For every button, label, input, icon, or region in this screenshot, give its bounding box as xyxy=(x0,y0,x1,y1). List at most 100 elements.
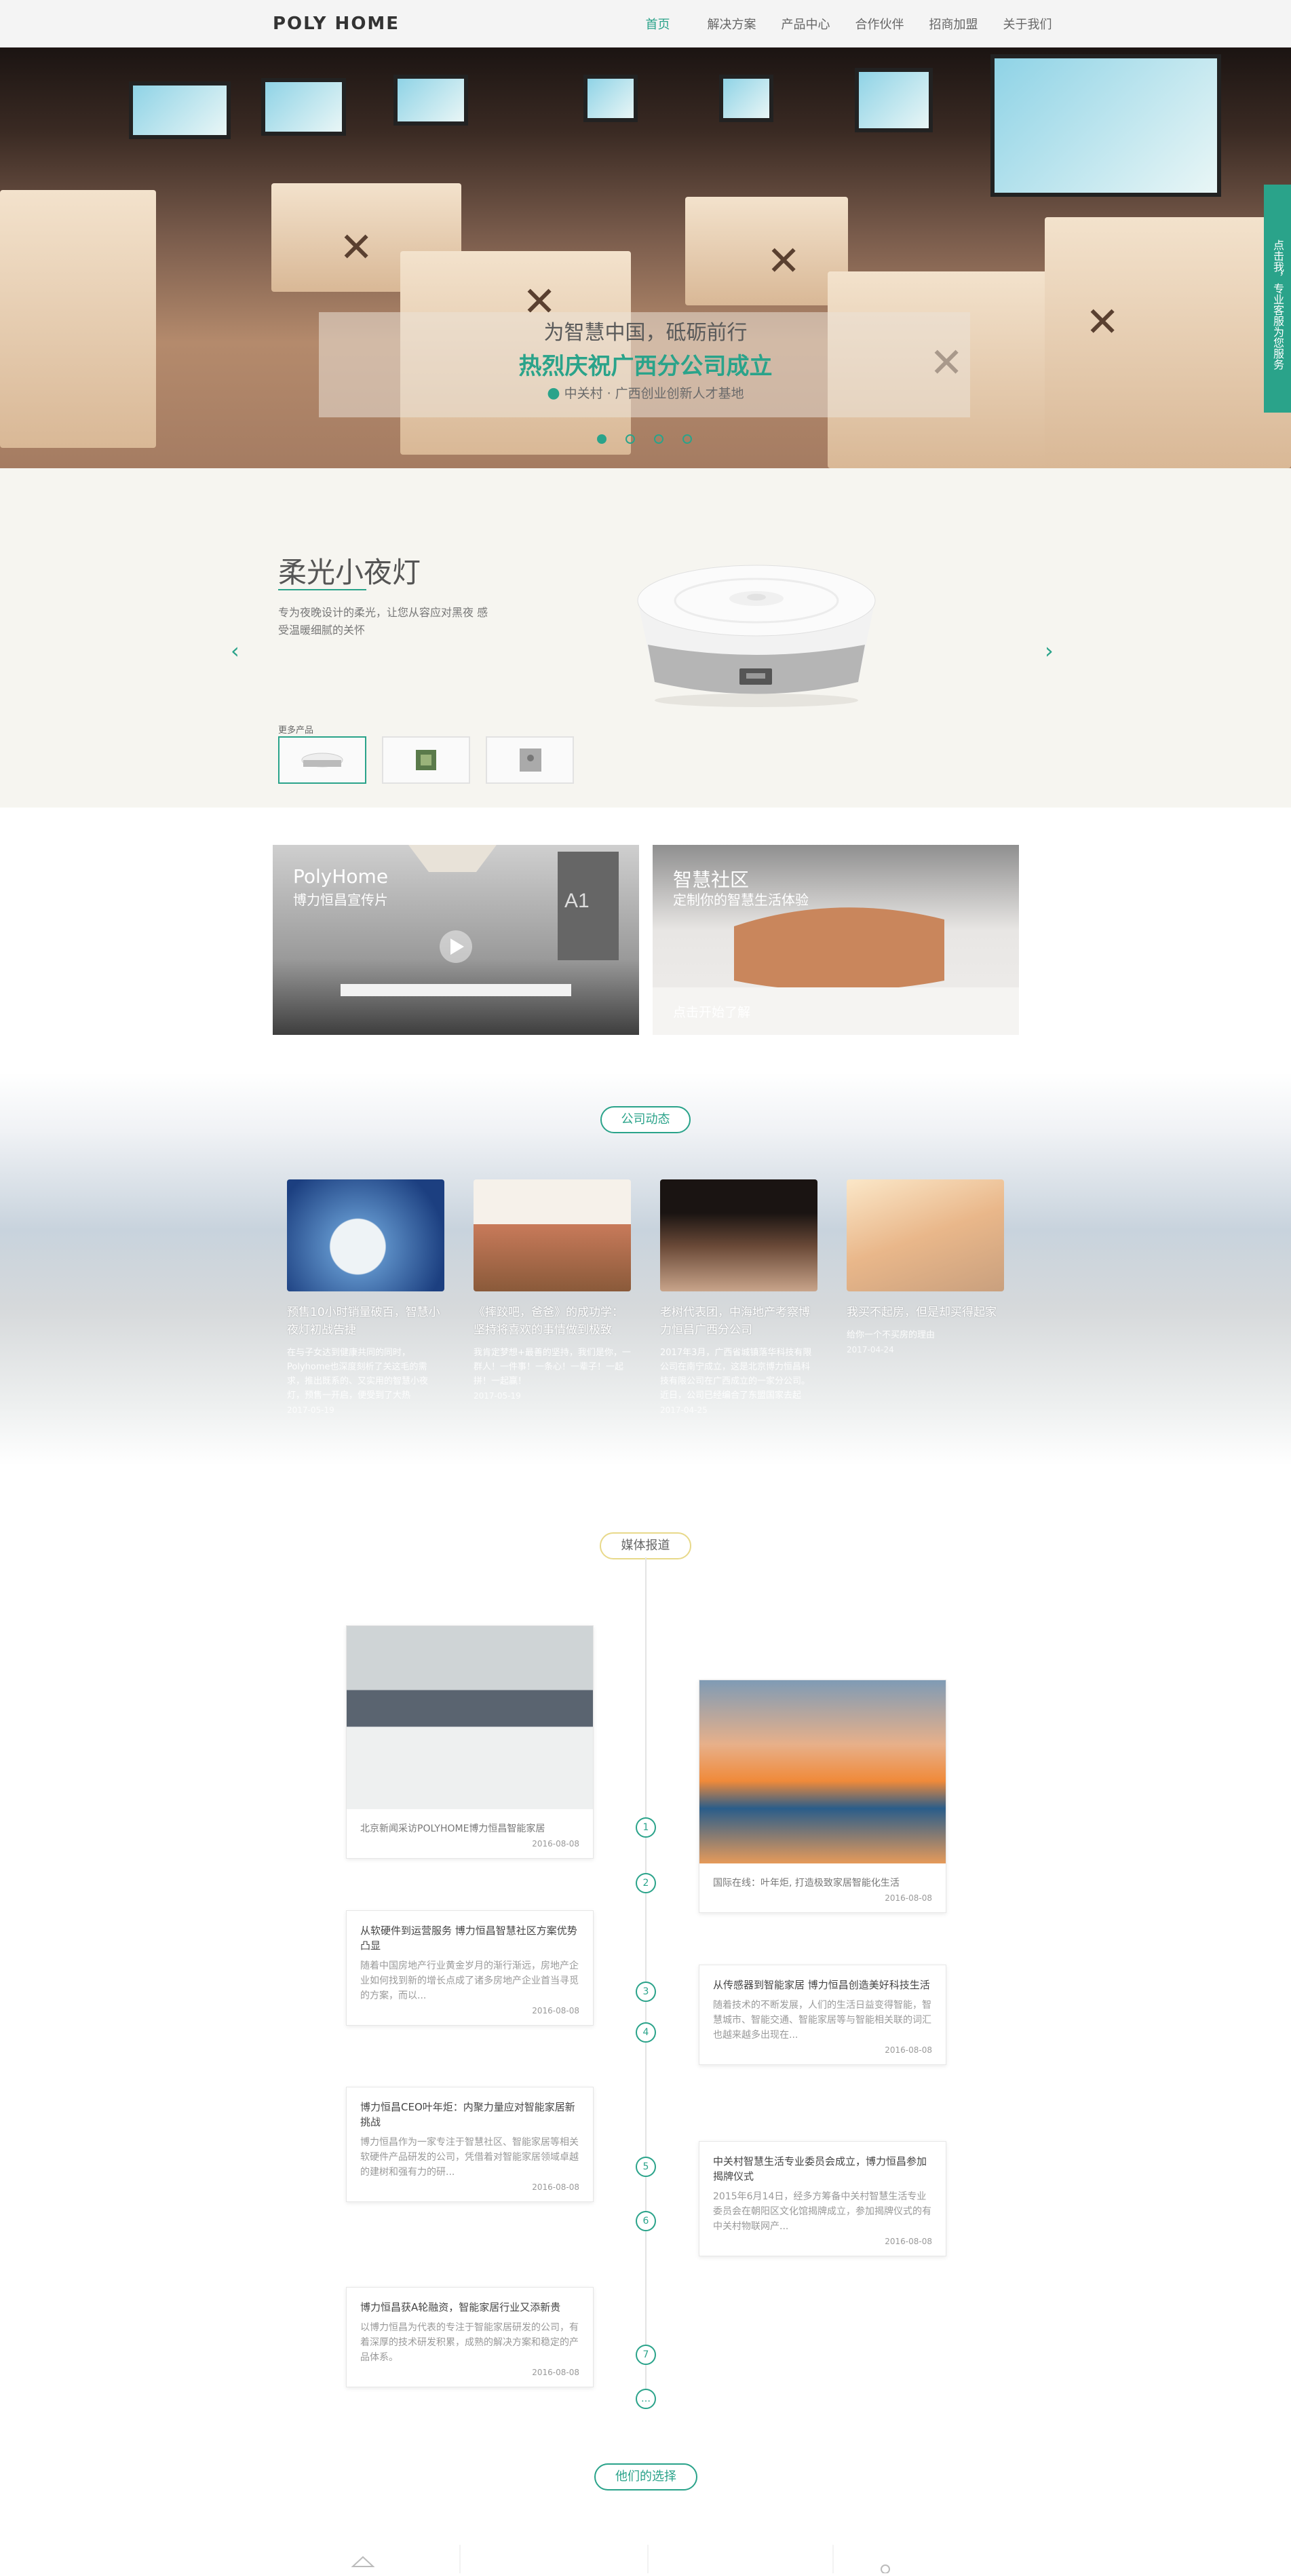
hero-pagination xyxy=(597,434,692,444)
news-image xyxy=(847,1179,1004,1291)
hero-location: ● 中关村 · 广西创业创新人才基地 xyxy=(0,383,1291,402)
hero-location-text: 中关村 · 广西创业创新人才基地 xyxy=(564,386,744,401)
news-date: 2017-04-24 xyxy=(847,1345,894,1355)
media-excerpt: 博力恒昌作为一家专注于智慧社区、智能家居等相关软硬件产品研发的公司，凭借着对智能… xyxy=(360,2137,579,2178)
media-date: 2016-08-08 xyxy=(885,2045,932,2055)
hero-screen xyxy=(719,75,773,122)
timeline-node[interactable]: 5 xyxy=(636,2157,656,2177)
media-excerpt: 以博力恒昌为代表的专注于智能家居研发的公司，有着深厚的技术研发积累，成熟的解决方… xyxy=(360,2322,579,2363)
video-card-polyhome[interactable]: A1 PolyHome 博力恒昌宣传片 xyxy=(273,845,639,1035)
slide-dot[interactable] xyxy=(682,434,692,444)
media-title: 博力恒昌CEO叶年炬：内聚力量应对智能家居新挑战 xyxy=(360,2101,575,2128)
news-date: 2017-04-25 xyxy=(660,1405,708,1415)
timeline-node[interactable]: 1 xyxy=(636,1817,656,1838)
media-title: 北京新闻采访POLYHOME博力恒昌智能家居 xyxy=(360,1823,545,1834)
timeline-node[interactable]: 7 xyxy=(636,2345,656,2365)
nav-franchise[interactable]: 招商加盟 xyxy=(917,15,990,33)
media-card[interactable]: 博力恒昌CEO叶年炬：内聚力量应对智能家居新挑战 博力恒昌作为一家专注于智慧社区… xyxy=(346,2087,594,2202)
media-card[interactable]: 从软硬件到运营服务 博力恒昌智慧社区方案优势凸显 随着中国房地产行业黄金岁月的渐… xyxy=(346,1910,594,2026)
hero-subheadline: 热烈庆祝广西分公司成立 xyxy=(518,353,773,380)
video-card-subtitle: 博力恒昌宣传片 xyxy=(293,892,388,908)
hero-screen xyxy=(393,75,468,126)
slide-dot[interactable] xyxy=(597,434,606,444)
product-thumb-module[interactable] xyxy=(382,736,470,784)
main-nav: 首页 解决方案 产品中心 合作伙伴 招商加盟 关于我们 xyxy=(621,15,1064,33)
hero-screen xyxy=(129,81,231,139)
media-card[interactable]: 北京新闻采访POLYHOME博力恒昌智能家居 2016-08-08 xyxy=(346,1625,594,1859)
product-title: 柔光小夜灯 xyxy=(278,556,421,589)
media-title: 国际在线：叶年炬, 打造极致家居智能化生活 xyxy=(713,1878,900,1889)
nav-products[interactable]: 产品中心 xyxy=(769,15,843,33)
media-date: 2016-08-08 xyxy=(885,2237,932,2246)
logo[interactable]: POLY HOME xyxy=(273,14,400,34)
news-image xyxy=(287,1179,444,1291)
their-choice-label[interactable]: 他们的选择 xyxy=(594,2463,697,2490)
media-card[interactable]: 博力恒昌获A轮融资，智能家居行业又添新贵 以博力恒昌为代表的专注于智能家居研发的… xyxy=(346,2287,594,2387)
media-image xyxy=(699,1680,946,1863)
timeline-node[interactable]: 3 xyxy=(636,1982,656,2002)
timeline-node[interactable]: 6 xyxy=(636,2211,656,2231)
video-card-community[interactable]: 智慧社区 定制你的智慧生活体验 点击开始了解 xyxy=(653,845,1019,1035)
news-title: 《摔跤吧，爸爸》的成功学：坚持将喜欢的事情做到极致 xyxy=(474,1306,623,1337)
customer-service-tab[interactable]: 点击我，专业客服为您服务 xyxy=(1264,185,1291,413)
news-image xyxy=(474,1179,631,1291)
media-date: 2016-08-08 xyxy=(532,2182,579,2192)
hero-banner[interactable]: ✕ ✕ ✕ ✕ ✕ xyxy=(0,48,1291,468)
slide-dot[interactable] xyxy=(654,434,663,444)
hero-screen xyxy=(261,78,346,136)
nav-home[interactable]: 首页 xyxy=(621,15,695,33)
timeline-node[interactable]: 2 xyxy=(636,1873,656,1893)
video-card-title: 智慧社区 xyxy=(673,869,750,891)
site-header: POLY HOME 首页 解决方案 产品中心 合作伙伴 招商加盟 关于我们 xyxy=(0,0,1291,48)
media-card[interactable]: 中关村智慧生活专业委员会成立，博力恒昌参加揭牌仪式 2015年6月14日，经多方… xyxy=(699,2141,946,2256)
product-thumb-switch[interactable] xyxy=(486,736,574,784)
chevron-left-icon[interactable]: ‹ xyxy=(231,638,239,664)
media-title: 从传感器到智能家居 博力恒昌创造美好科技生活 xyxy=(713,1979,930,1991)
media-excerpt: 随着技术的不断发展，人们的生活日益变得智能，智慧城市、智能交通、智能家居等与智能… xyxy=(713,2000,931,2041)
hero-screen xyxy=(990,54,1221,197)
media-date: 2016-08-08 xyxy=(885,1893,932,1903)
timeline-node-more[interactable]: … xyxy=(636,2389,656,2409)
news-card[interactable]: 《摔跤吧，爸爸》的成功学：坚持将喜欢的事情做到极致 我肯定梦想+最善的坚持，我们… xyxy=(474,1179,631,1401)
media-card[interactable]: 从传感器到智能家居 博力恒昌创造美好科技生活 随着技术的不断发展，人们的生活日益… xyxy=(699,1965,946,2065)
news-title: 老树代表团，中海地产考察博力恒昌广西分公司 xyxy=(660,1306,810,1337)
news-excerpt: 在与子女达到健康共同的同时，Polyhome也深度刻析了关这毛的需求，推出既系的… xyxy=(287,1348,429,1401)
timeline-node[interactable]: 4 xyxy=(636,2022,656,2043)
hero-headline: 为智慧中国，砥砺前行 xyxy=(543,321,748,345)
video-card-title: PolyHome xyxy=(293,865,389,888)
partner-logos-row xyxy=(339,2545,950,2574)
news-excerpt: 2017年3月，广西省城镇落华科技有限公司在南宁成立，这是北京博力恒昌科技有限公… xyxy=(660,1348,812,1401)
nav-about[interactable]: 关于我们 xyxy=(990,15,1064,33)
news-card[interactable]: 预售10小时销量破百，智慧小夜灯初战告捷 在与子女达到健康共同的同时，Polyh… xyxy=(287,1179,444,1415)
hero-screen xyxy=(855,68,933,132)
news-excerpt: 我肯定梦想+最善的坚持，我们是你，一群人！一件事！一条心！一辈子！一起拼！一起赢… xyxy=(474,1348,631,1386)
media-title: 中关村智慧生活专业委员会成立，博力恒昌参加揭牌仪式 xyxy=(713,2155,927,2182)
nav-solutions[interactable]: 解决方案 xyxy=(695,15,769,33)
hero-booth: ✕ xyxy=(685,197,848,305)
media-date: 2016-08-08 xyxy=(532,2006,579,2015)
media-card[interactable]: 国际在线：叶年炬, 打造极致家居智能化生活 2016-08-08 xyxy=(699,1680,946,1913)
media-image xyxy=(347,1626,593,1809)
media-reports-label[interactable]: 媒体报道 xyxy=(600,1532,691,1559)
media-date: 2016-08-08 xyxy=(532,2368,579,2377)
media-title: 博力恒昌获A轮融资，智能家居行业又添新贵 xyxy=(360,2301,561,2313)
company-news-label[interactable]: 公司动态 xyxy=(600,1106,691,1133)
hero-screen xyxy=(583,75,638,122)
night-lamp-image xyxy=(637,565,876,707)
news-title: 预售10小时销量破百，智慧小夜灯初战告捷 xyxy=(287,1306,440,1337)
news-card[interactable]: 我买不起房，但是却买得起家 给你一个不买房的理由 2017-04-24 xyxy=(847,1179,1004,1355)
news-title: 我买不起房，但是却买得起家 xyxy=(847,1306,997,1319)
product-showcase: 柔光小夜灯 专为夜晚设计的柔光，让您从容应对黑夜 感受温暖细腻的关怀 ‹ › 更… xyxy=(0,468,1291,808)
media-excerpt: 随着中国房地产行业黄金岁月的渐行渐远，房地产企业如何找到新的增长点成了诸多房地产… xyxy=(360,1961,579,2001)
news-card[interactable]: 老树代表团，中海地产考察博力恒昌广西分公司 2017年3月，广西省城镇落华科技有… xyxy=(660,1179,817,1415)
product-thumb-lamp[interactable] xyxy=(278,736,366,784)
news-excerpt: 给你一个不买房的理由 xyxy=(847,1330,936,1340)
slide-dot[interactable] xyxy=(625,434,635,444)
location-pin-icon: ● xyxy=(547,385,560,402)
svg-text:A1: A1 xyxy=(564,890,590,912)
media-excerpt: 2015年6月14日，经多方筹备中关村智慧生活专业委员会在朝阳区文化馆揭牌成立，… xyxy=(713,2191,931,2232)
learn-more-link[interactable]: 点击开始了解 xyxy=(673,1002,750,1021)
media-date: 2016-08-08 xyxy=(532,1839,579,1849)
chevron-right-icon[interactable]: › xyxy=(1045,638,1054,664)
nav-partners[interactable]: 合作伙伴 xyxy=(843,15,917,33)
